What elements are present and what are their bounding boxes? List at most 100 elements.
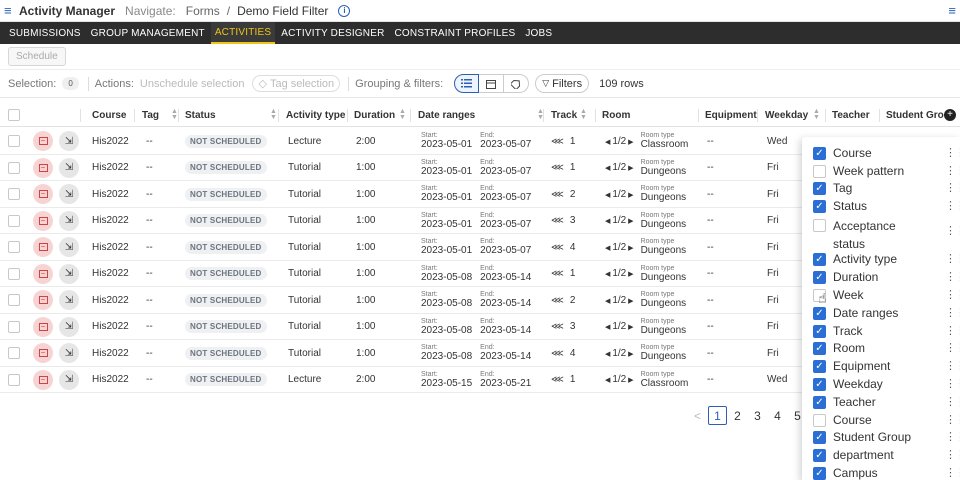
row-checkbox[interactable]: [8, 135, 20, 147]
duration-column-header[interactable]: Duration: [354, 104, 395, 127]
column-checkbox[interactable]: ✓: [813, 430, 826, 444]
sort-icon[interactable]: ▲ ▼: [399, 104, 406, 127]
column-checkbox[interactable]: ✓: [813, 306, 826, 320]
row-checkbox-cell[interactable]: [8, 208, 20, 234]
column-option[interactable]: Week pattern ⋮⋮: [813, 164, 960, 178]
open-cell[interactable]: ⇲: [59, 314, 79, 340]
caret-right-icon[interactable]: ▶: [626, 192, 633, 199]
row-checkbox[interactable]: [8, 214, 20, 227]
row-checkbox[interactable]: [8, 373, 20, 386]
open-cell[interactable]: ⇲: [59, 208, 79, 234]
column-checkbox[interactable]: [813, 164, 826, 178]
hamburger-menu-icon[interactable]: ≡: [948, 3, 956, 18]
drag-handle-icon[interactable]: ⋮⋮: [945, 253, 960, 264]
open-cell[interactable]: ⇲: [59, 367, 79, 393]
drag-handle-icon[interactable]: ⋮⋮: [945, 307, 960, 318]
open-external-icon[interactable]: ⇲: [59, 184, 79, 204]
row-checkbox-cell[interactable]: [8, 181, 20, 207]
drag-handle-icon[interactable]: ⋮⋮: [945, 342, 960, 353]
unschedule-cell[interactable]: −: [33, 287, 53, 313]
track-column-header[interactable]: Track: [551, 104, 577, 127]
column-option[interactable]: ✓ Date ranges ⋮⋮: [813, 306, 960, 320]
info-icon[interactable]: i: [338, 4, 351, 17]
page-1-button[interactable]: 1: [708, 406, 727, 425]
caret-right-icon[interactable]: ▶: [626, 271, 633, 278]
column-checkbox[interactable]: ✓: [813, 395, 826, 409]
drag-handle-icon[interactable]: ⋮⋮: [945, 200, 960, 211]
track-cell[interactable]: ⋘ 4: [551, 234, 575, 260]
open-external-icon[interactable]: ⇲: [59, 263, 79, 284]
caret-right-icon[interactable]: ▶: [626, 245, 633, 252]
open-cell[interactable]: ⇲: [59, 261, 79, 287]
room-pager[interactable]: ◀ 1/2 ▶: [605, 321, 634, 332]
column-checkbox[interactable]: ✓: [813, 270, 826, 284]
drag-handle-icon[interactable]: ⋮⋮: [945, 360, 960, 371]
drag-handle-icon[interactable]: ⋮⋮: [945, 378, 960, 389]
unschedule-button[interactable]: −: [33, 343, 53, 363]
column-option[interactable]: Course ⋮⋮: [813, 413, 960, 427]
column-checkbox[interactable]: ✓: [813, 341, 826, 355]
open-cell[interactable]: ⇲: [59, 128, 79, 154]
row-checkbox-cell[interactable]: [8, 155, 20, 181]
column-option[interactable]: ✓ Track ⋮⋮: [813, 324, 960, 338]
column-option[interactable]: Week ⋮⋮: [813, 288, 960, 302]
row-checkbox-cell[interactable]: [8, 287, 20, 313]
caret-right-icon[interactable]: ▶: [626, 351, 633, 358]
track-cell[interactable]: ⋘ 2: [551, 287, 575, 313]
tag-filter-icon[interactable]: [504, 74, 530, 93]
tab-constraint-profiles[interactable]: CONSTRAINT PROFILES: [391, 22, 520, 44]
sort-icon[interactable]: ▲ ▼: [813, 104, 820, 127]
column-option[interactable]: ✓ Campus ⋮⋮: [813, 466, 960, 480]
row-checkbox-cell[interactable]: [8, 340, 20, 366]
unschedule-cell[interactable]: −: [33, 261, 53, 287]
room-pager[interactable]: ◀ 1/2 ▶: [605, 136, 634, 147]
page-3-button[interactable]: 3: [748, 406, 767, 425]
column-option[interactable]: ✓ Status ⋮⋮: [813, 199, 960, 213]
caret-right-icon[interactable]: ▶: [626, 377, 633, 384]
track-cell[interactable]: ⋘ 1: [551, 367, 575, 393]
column-option[interactable]: Acceptance status ⋮⋮: [813, 217, 960, 253]
room-pager[interactable]: ◀ 1/2 ▶: [605, 374, 634, 385]
row-checkbox[interactable]: [8, 267, 20, 280]
open-cell[interactable]: ⇲: [59, 340, 79, 366]
unschedule-cell[interactable]: −: [33, 314, 53, 340]
unschedule-cell[interactable]: −: [33, 367, 53, 393]
drag-handle-icon[interactable]: ⋮⋮: [945, 396, 960, 407]
drag-handle-icon[interactable]: ⋮⋮: [945, 414, 960, 425]
room-pager[interactable]: ◀ 1/2 ▶: [605, 268, 634, 279]
unschedule-button[interactable]: −: [33, 263, 53, 284]
drag-handle-icon[interactable]: ⋮⋮: [945, 431, 960, 442]
column-checkbox[interactable]: ✓: [813, 448, 826, 462]
caret-right-icon[interactable]: ▶: [626, 165, 633, 172]
row-checkbox[interactable]: [8, 320, 20, 333]
row-checkbox-cell[interactable]: [8, 367, 20, 393]
unschedule-button[interactable]: −: [33, 210, 53, 231]
unschedule-cell[interactable]: −: [33, 340, 53, 366]
menu-icon[interactable]: ≡: [4, 4, 16, 17]
column-option[interactable]: ✓ Activity type ⋮⋮: [813, 252, 960, 266]
caret-right-icon[interactable]: ▶: [626, 324, 633, 331]
row-checkbox[interactable]: [8, 294, 20, 306]
unschedule-cell[interactable]: −: [33, 155, 53, 181]
weekday-column-header[interactable]: Weekday: [765, 104, 808, 127]
row-checkbox[interactable]: [8, 188, 20, 200]
track-cell[interactable]: ⋘ 3: [551, 208, 575, 234]
open-cell[interactable]: ⇲: [59, 234, 79, 260]
drag-handle-icon[interactable]: ⋮⋮: [945, 325, 960, 336]
select-all-checkbox[interactable]: [8, 109, 20, 121]
calendar-icon[interactable]: [479, 74, 505, 93]
room-pager[interactable]: ◀ 1/2 ▶: [605, 242, 634, 253]
track-cell[interactable]: ⋘ 3: [551, 314, 575, 340]
sort-icon[interactable]: ▲ ▼: [580, 104, 587, 127]
drag-handle-icon[interactable]: ⋮⋮: [945, 226, 960, 237]
open-external-icon[interactable]: ⇲: [59, 157, 79, 178]
room-pager[interactable]: ◀ 1/2 ▶: [605, 189, 634, 200]
open-cell[interactable]: ⇲: [59, 287, 79, 313]
tab-group-management[interactable]: GROUP MANAGEMENT: [87, 22, 209, 44]
unschedule-button[interactable]: −: [33, 131, 53, 151]
add-column-icon[interactable]: +: [944, 109, 956, 121]
open-external-icon[interactable]: ⇲: [59, 210, 79, 231]
open-external-icon[interactable]: ⇲: [59, 131, 79, 151]
filters-button[interactable]: ▽ Filters: [535, 74, 590, 93]
column-checkbox[interactable]: ✓: [813, 466, 826, 480]
